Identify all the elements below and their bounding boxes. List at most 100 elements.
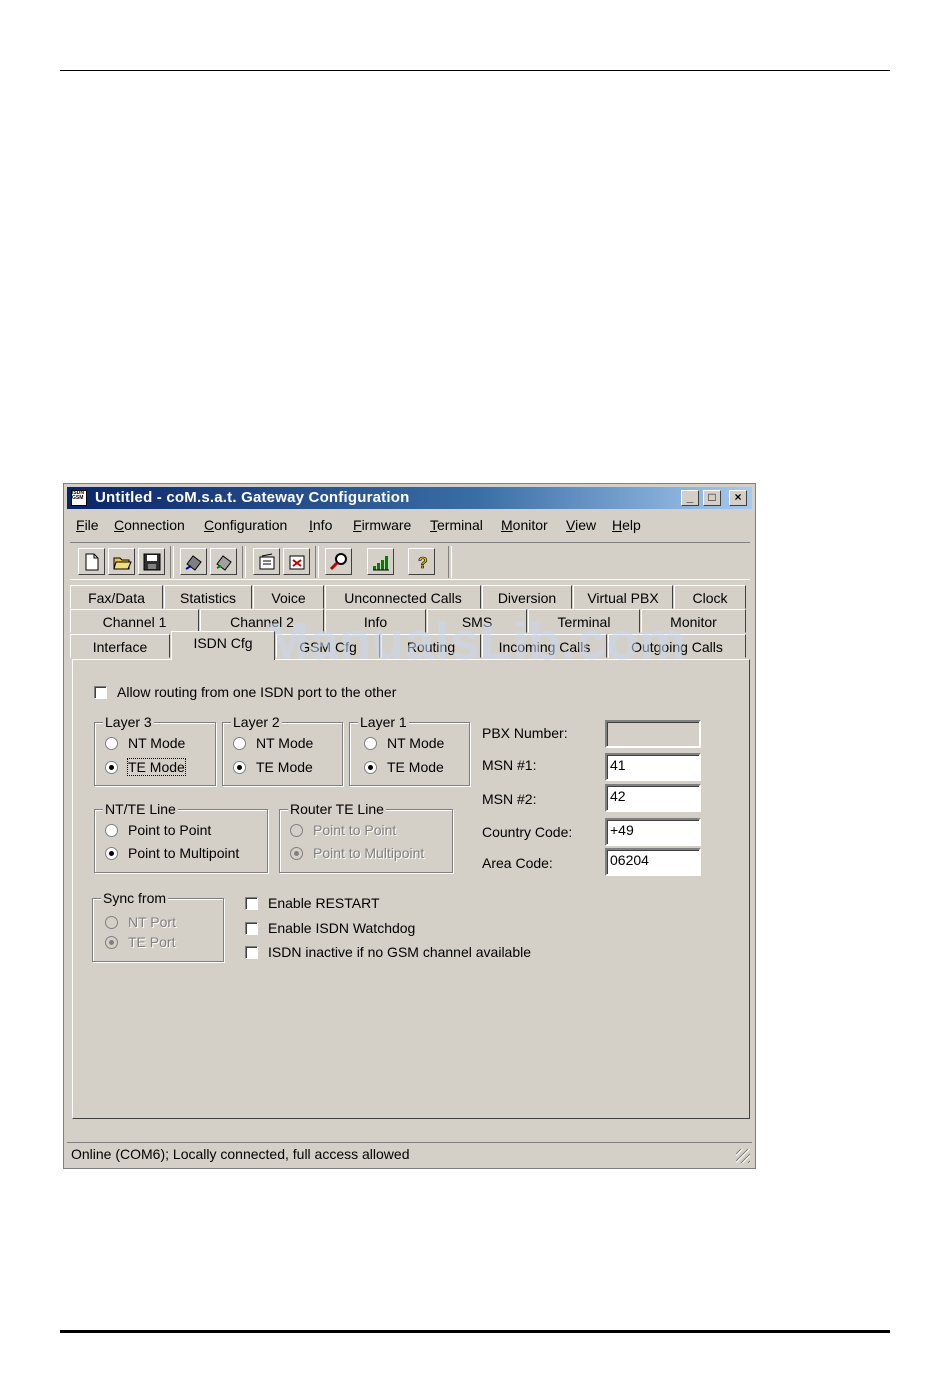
enable-isdn-watchdog-checkbox[interactable] bbox=[245, 922, 258, 935]
msn2-label: MSN #2: bbox=[482, 791, 537, 807]
router-te-line-group: Router TE Line Point to Point Point to M… bbox=[279, 801, 453, 873]
sync-nt-label: NT Port bbox=[128, 914, 176, 930]
isdn-cfg-panel: Allow routing from one ISDN port to the … bbox=[72, 659, 750, 1119]
save-icon[interactable] bbox=[138, 548, 165, 575]
enable-isdn-watchdog-label: Enable ISDN Watchdog bbox=[268, 920, 416, 936]
layer1-nt-label: NT Mode bbox=[387, 735, 445, 751]
page-bottom-rule bbox=[60, 1330, 890, 1333]
tab-fax-data[interactable]: Fax/Data bbox=[70, 585, 163, 609]
tab-channel-2[interactable]: Channel 2 bbox=[200, 609, 324, 633]
menu-file[interactable]: File bbox=[76, 517, 99, 533]
sync-from-title: Sync from bbox=[101, 890, 169, 906]
ntte-p2p-radio[interactable] bbox=[105, 824, 118, 837]
maximize-button[interactable]: □ bbox=[703, 490, 721, 506]
ntte-line-title: NT/TE Line bbox=[103, 801, 178, 817]
menu-firmware[interactable]: Firmware bbox=[353, 517, 411, 533]
menu-terminal[interactable]: Terminal bbox=[430, 517, 483, 533]
allow-routing-checkbox[interactable] bbox=[94, 686, 107, 699]
new-file-icon[interactable] bbox=[78, 548, 105, 575]
layer1-group: Layer 1 NT Mode TE Mode bbox=[349, 714, 470, 786]
minimize-button[interactable]: _ bbox=[681, 490, 699, 506]
menu-help[interactable]: Help bbox=[612, 517, 641, 533]
router-p2mp-radio[interactable] bbox=[290, 847, 303, 860]
layer2-te-label: TE Mode bbox=[256, 759, 313, 775]
allow-routing-label: Allow routing from one ISDN port to the … bbox=[117, 684, 397, 700]
resize-grip-icon[interactable] bbox=[736, 1149, 750, 1163]
isdn-inactive-checkbox[interactable] bbox=[245, 946, 258, 959]
layer3-te-radio[interactable] bbox=[105, 761, 118, 774]
layer2-te-radio[interactable] bbox=[233, 761, 246, 774]
msn1-label: MSN #1: bbox=[482, 757, 537, 773]
layer1-nt-radio[interactable] bbox=[364, 737, 377, 750]
close-button[interactable]: × bbox=[729, 490, 747, 506]
signal-icon[interactable] bbox=[367, 548, 394, 575]
tab-terminal[interactable]: Terminal bbox=[528, 609, 640, 633]
enable-restart-checkbox[interactable] bbox=[245, 897, 258, 910]
tab-channel-1[interactable]: Channel 1 bbox=[70, 609, 199, 633]
write-config-icon[interactable] bbox=[283, 548, 310, 575]
area-code-field[interactable]: 06204 bbox=[605, 848, 701, 876]
sync-te-radio[interactable] bbox=[105, 936, 118, 949]
msn2-field[interactable]: 42 bbox=[605, 784, 701, 812]
layer2-group: Layer 2 NT Mode TE Mode bbox=[222, 714, 343, 786]
tab-isdn-cfg[interactable]: ISDN Cfg bbox=[171, 631, 275, 660]
msn1-field[interactable]: 41 bbox=[605, 753, 701, 781]
menu-configuration[interactable]: Configuration bbox=[204, 517, 287, 533]
tab-virtual-pbx[interactable]: Virtual PBX bbox=[573, 585, 673, 609]
tab-clock[interactable]: Clock bbox=[674, 585, 746, 609]
router-p2p-radio[interactable] bbox=[290, 824, 303, 837]
ntte-p2mp-label: Point to Multipoint bbox=[128, 845, 240, 861]
layer3-nt-radio[interactable] bbox=[105, 737, 118, 750]
menu-info[interactable]: Info bbox=[309, 517, 332, 533]
tab-voice[interactable]: Voice bbox=[253, 585, 324, 609]
menu-monitor[interactable]: Monitor bbox=[501, 517, 548, 533]
ntte-p2mp-radio[interactable] bbox=[105, 847, 118, 860]
pbx-number-label: PBX Number: bbox=[482, 725, 568, 741]
status-text: Online (COM6); Locally connected, full a… bbox=[71, 1146, 410, 1162]
layer1-te-radio[interactable] bbox=[364, 761, 377, 774]
menu-view[interactable]: View bbox=[566, 517, 596, 533]
toolbar-separator bbox=[448, 546, 452, 578]
router-p2p-label: Point to Point bbox=[313, 822, 397, 838]
tab-unconnected-calls[interactable]: Unconnected Calls bbox=[325, 585, 481, 609]
pbx-number-field[interactable] bbox=[605, 720, 701, 748]
open-folder-icon[interactable] bbox=[108, 548, 135, 575]
router-te-line-title: Router TE Line bbox=[288, 801, 386, 817]
toolbar-separator bbox=[242, 546, 246, 578]
disconnect-icon[interactable] bbox=[210, 548, 237, 575]
app-icon[interactable]: ISDN GSM bbox=[71, 490, 87, 506]
country-code-field[interactable]: +49 bbox=[605, 818, 701, 846]
tab-routing[interactable]: Routing bbox=[381, 634, 481, 658]
svg-text:?: ? bbox=[418, 555, 428, 572]
tab-gsm-cfg[interactable]: GSM Cfg bbox=[276, 634, 380, 658]
tab-outgoing-calls[interactable]: Outgoing Calls bbox=[608, 634, 746, 658]
sync-nt-radio[interactable] bbox=[105, 916, 118, 929]
toolbar-separator bbox=[170, 546, 174, 578]
layer3-te-label: TE Mode bbox=[127, 758, 186, 776]
sync-te-label: TE Port bbox=[128, 934, 176, 950]
tab-interface[interactable]: Interface bbox=[70, 634, 170, 658]
layer2-title: Layer 2 bbox=[231, 714, 282, 730]
layer3-nt-label: NT Mode bbox=[128, 735, 186, 751]
connect-icon[interactable] bbox=[180, 548, 207, 575]
country-code-label: Country Code: bbox=[482, 824, 573, 840]
sync-from-group: Sync from NT Port TE Port bbox=[92, 890, 224, 962]
isdn-inactive-label: ISDN inactive if no GSM channel availabl… bbox=[268, 944, 532, 960]
ntte-line-group: NT/TE Line Point to Point Point to Multi… bbox=[94, 801, 268, 873]
read-config-icon[interactable] bbox=[253, 548, 280, 575]
layer2-nt-label: NT Mode bbox=[256, 735, 314, 751]
layer2-nt-radio[interactable] bbox=[233, 737, 246, 750]
tab-monitor[interactable]: Monitor bbox=[641, 609, 746, 633]
tab-info[interactable]: Info bbox=[325, 609, 426, 633]
title-bar: ISDN GSM Untitled - coM.s.a.t. Gateway C… bbox=[67, 487, 752, 509]
toolbar-separator bbox=[315, 546, 319, 578]
tab-incoming-calls[interactable]: Incoming Calls bbox=[482, 634, 607, 658]
help-icon[interactable]: ? bbox=[408, 548, 435, 575]
tab-sms[interactable]: SMS bbox=[427, 609, 527, 633]
search-icon[interactable] bbox=[325, 548, 352, 575]
area-code-label: Area Code: bbox=[482, 855, 553, 871]
tab-diversion[interactable]: Diversion bbox=[482, 585, 572, 609]
menu-connection[interactable]: Connection bbox=[114, 517, 185, 533]
tab-statistics[interactable]: Statistics bbox=[164, 585, 252, 609]
status-bar: Online (COM6); Locally connected, full a… bbox=[67, 1142, 752, 1165]
